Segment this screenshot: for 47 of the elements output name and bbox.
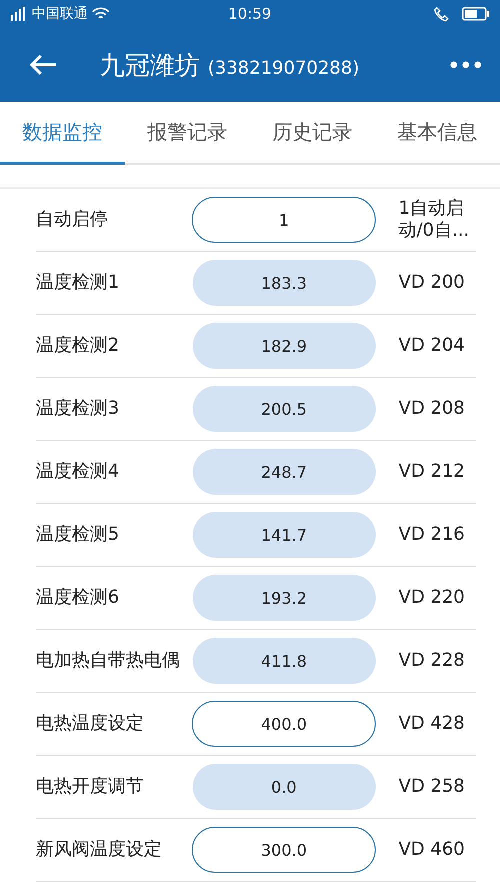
address-note: VD 204 (398, 335, 466, 357)
device-id: (338219070288) (208, 58, 360, 78)
address-note: VD 208 (398, 398, 466, 420)
phone-icon (434, 6, 450, 22)
address-note: VD 228 (398, 650, 466, 672)
page-title: 九冠潍坊 (100, 50, 200, 82)
field-label: 自动启停 (36, 208, 109, 232)
more-options-icon[interactable] (450, 61, 482, 69)
back-arrow-icon[interactable] (28, 53, 58, 77)
value-display: 182.9 (192, 323, 376, 369)
field-label: 电热开度调节 (36, 775, 145, 799)
field-label: 新风阀温度设定 (36, 838, 163, 862)
field-label: 温度检测2 (36, 334, 120, 358)
field-label: 温度检测5 (36, 523, 120, 547)
input-field[interactable]: 1 (192, 197, 376, 243)
field-label: 温度检测4 (36, 460, 120, 484)
field-label: 温度检测1 (36, 271, 120, 295)
address-note: VD 200 (398, 272, 466, 294)
value-display: 0.0 (192, 764, 376, 810)
tab[interactable]: 基本信息 (375, 102, 500, 165)
input-field[interactable]: 300.0 (192, 827, 376, 873)
signal-icon (10, 6, 28, 22)
value-display: 200.5 (192, 386, 376, 432)
value-display: 193.2 (192, 575, 376, 621)
carrier-name: 中国联通 (32, 5, 88, 23)
address-note: VD 258 (398, 776, 466, 798)
battery-icon (462, 7, 490, 21)
tab[interactable]: 数据监控 (0, 102, 125, 165)
field-label: 温度检测3 (36, 397, 120, 421)
address-note: VD 212 (398, 461, 466, 483)
address-note: VD 216 (398, 524, 466, 546)
value-display: 183.3 (192, 260, 376, 306)
field-label: 电加热自带热电偶 (36, 649, 181, 673)
value-display: 411.8 (192, 638, 376, 684)
value-display: 141.7 (192, 512, 376, 558)
address-note: VD 460 (398, 839, 466, 861)
clock-time: 10:59 (227, 5, 273, 23)
input-field[interactable]: 400.0 (192, 701, 376, 747)
field-label: 电热温度设定 (36, 712, 145, 736)
address-note: VD 428 (398, 713, 466, 735)
tab[interactable]: 报警记录 (125, 102, 250, 165)
tab[interactable]: 历史记录 (250, 102, 375, 165)
wifi-icon (92, 7, 110, 21)
value-display: 248.7 (192, 449, 376, 495)
address-note: 1自动启动/0自... (398, 198, 470, 242)
field-label: 温度检测6 (36, 586, 120, 610)
address-note: VD 220 (398, 587, 466, 609)
